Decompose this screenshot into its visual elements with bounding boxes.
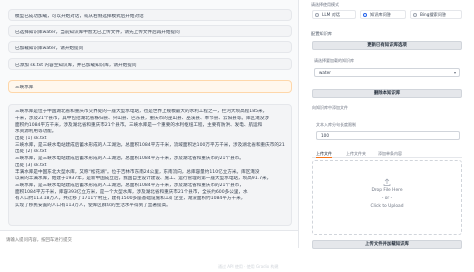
select-kb-label: 请选择要加载的知识库 bbox=[314, 58, 354, 63]
answer-line: 面积1084平方千米，库容393亿立方米，是一个大型水库，涉及湖北省和重庆市21… bbox=[15, 189, 248, 195]
file-drop-zone[interactable]: Drop File Here - or - Click to Upload bbox=[312, 160, 462, 235]
answer-line: 三峡水库，是三峡水电站建成后蓄水形成的人工湖泊，总面积1084平方千米，涉及湖北… bbox=[15, 156, 244, 162]
message-text: 已选择知识库water，当前知识库中暂无已上传文件，请先上传文件后再开始提问 bbox=[15, 30, 180, 35]
bot-answer-message: 三峡水库是位于中国湖北省和重庆市交界处的一座大型水电站，也是世界上规模最大的水利… bbox=[8, 104, 292, 226]
source-label[interactable]: 出处 [3] sk.txt bbox=[15, 163, 285, 170]
mode-label: 请选择使用模式 bbox=[311, 2, 339, 7]
radio-unchecked-icon bbox=[315, 13, 319, 17]
message-text: 已加载知识库water，请开始提问 bbox=[15, 46, 84, 51]
click-to-upload-text: Click to Upload bbox=[370, 204, 404, 209]
refresh-kb-button[interactable]: 更新已有知识库选项 bbox=[312, 41, 462, 50]
answer-line: 丰满水库是中国东北大型水库，又称“松花湖”。位于吉林市东南24公里，东南流向，总… bbox=[15, 169, 260, 175]
answer-line: 面积约1084平方千米，涉及湖北省和重庆市21个县市。三峡水库是一个重要的水利枢… bbox=[15, 122, 263, 128]
source-label[interactable]: 出处 [2] sk.txt bbox=[15, 149, 285, 156]
tab-add-single-content[interactable]: 添加单条内容 bbox=[378, 150, 402, 158]
message-text: 三峡水库 bbox=[15, 85, 34, 90]
mode-option-bing[interactable]: Bing搜索问答 bbox=[410, 10, 462, 19]
answer-line: 实现了移民安置的人口有113万人，使库区群众的生活水平得到了显著提高。 bbox=[15, 202, 171, 208]
upload-and-load-button[interactable]: 上传文件并加载知识库 bbox=[312, 240, 462, 249]
answer-line: 三峡水库是位于中国湖北省和重庆市交界处的一座大型水电站，也是世界上规模最大的水利… bbox=[15, 109, 268, 115]
mode-option-knowledge-base[interactable]: 知识库问答 bbox=[360, 10, 406, 19]
tab-upload-folder[interactable]: 上传文件夹 bbox=[346, 150, 366, 158]
answer-line: 有人口约113.18万人，共迁移了1711个村庄，建有1500多座基础设施和工矿… bbox=[15, 196, 246, 202]
bot-message: 已选择知识库water，当前知识库中暂无已上传文件，请先上传文件后再开始提问 bbox=[8, 25, 292, 37]
radio-checked-icon bbox=[363, 13, 367, 17]
drop-or-text: - or - bbox=[381, 196, 393, 201]
mode-option-label: LLM 对话 bbox=[322, 12, 340, 17]
upload-icon bbox=[383, 178, 391, 186]
message-text: 已添加 sk.txt 内容至知识库，并已加载知识库，请开始提问 bbox=[15, 63, 137, 68]
chunk-length-label: 文本入库分句长度限制 bbox=[316, 122, 356, 127]
kb-select-value: water bbox=[319, 70, 331, 75]
answer-line: 千米，涉及21个县市，其中包括湖北省秭归县、兴山县、巴东县，重庆市的巫山县、巫溪… bbox=[15, 116, 269, 122]
chat-history-panel[interactable]: 模型已成功加载，可以开始对话，或从右侧选择模式后开始对话 已选择知识库water… bbox=[0, 0, 299, 230]
radio-unchecked-icon bbox=[413, 13, 417, 17]
tab-upload-file[interactable]: 上传文件 bbox=[316, 150, 332, 158]
mode-radio-group: LLM 对话 知识库问答 Bing搜索问答 bbox=[308, 10, 468, 20]
chunk-length-input[interactable]: 100 bbox=[316, 131, 460, 140]
answer-line: 水资源利用等功能。 bbox=[15, 129, 57, 135]
bot-message: 模型已成功加载，可以开始对话，或从右侧选择模式后开始对话 bbox=[8, 9, 292, 21]
mode-option-label: Bing搜索问答 bbox=[420, 12, 447, 17]
bot-message: 已加载知识库water，请开始提问 bbox=[8, 41, 292, 53]
mode-option-label: 知识库问答 bbox=[370, 12, 391, 17]
drop-file-text: Drop File Here bbox=[371, 188, 403, 193]
upload-tabs: 上传文件 上传文件夹 添加单条内容 bbox=[312, 150, 462, 158]
chat-input-container bbox=[0, 230, 299, 248]
chat-input[interactable] bbox=[6, 235, 292, 245]
answer-line: 以来的丰满水库，始建于1937年，是新中国成立后，我国自主设计建设、施工、运行管… bbox=[15, 176, 272, 182]
chevron-down-icon: ▾ bbox=[453, 70, 456, 75]
footer-text[interactable]: 通过 API 使用 · 使用 Gradio 构建 bbox=[218, 264, 279, 270]
delete-kb-button[interactable]: 删除本知识库 bbox=[312, 89, 462, 98]
user-message: 三峡水库 bbox=[8, 80, 292, 93]
answer-line: 三峡水库，是三峡水电站建成后蓄水形成的人工湖泊，总面积1084平方千米，流域面积… bbox=[15, 142, 285, 148]
source-label[interactable]: 出处 [1] sk.txt bbox=[15, 136, 285, 143]
mode-option-llm[interactable]: LLM 对话 bbox=[312, 10, 356, 19]
bot-message: 已添加 sk.txt 内容至知识库，并已加载知识库，请开始提问 bbox=[8, 58, 292, 70]
answer-line: 三峡水库，是三峡水电站建成后蓄水形成的人工湖泊，总面积1084平方千米，涉及湖北… bbox=[15, 182, 244, 188]
add-file-section-title: 向知识库中添加文件 bbox=[312, 105, 348, 110]
message-text: 模型已成功加载，可以开始对话，或从右侧选择模式后开始对话 bbox=[15, 14, 144, 19]
kb-select[interactable]: water ▾ bbox=[314, 68, 460, 77]
kb-section-title: 配置知识库 bbox=[311, 31, 332, 36]
